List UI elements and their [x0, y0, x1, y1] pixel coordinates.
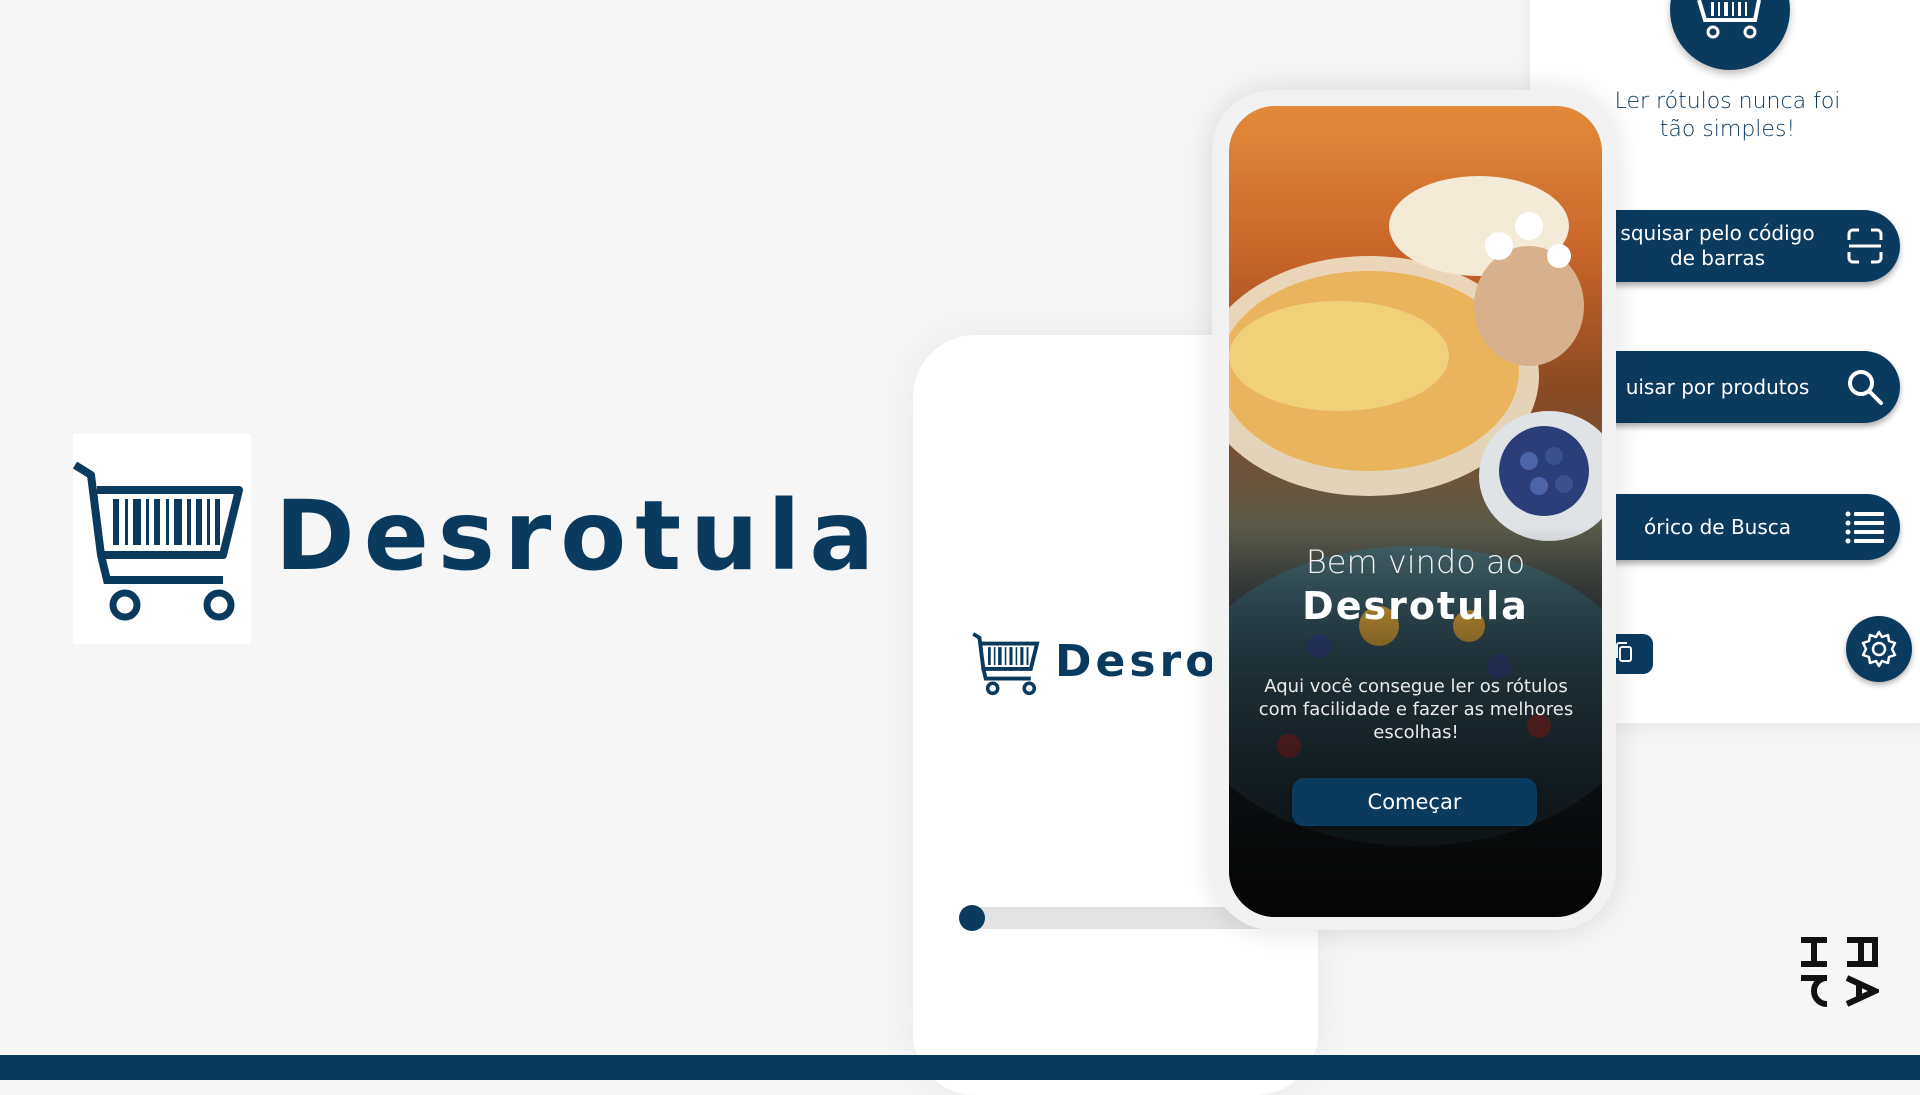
list-icon	[1830, 510, 1900, 544]
search-barcode-button[interactable]: squisar pelo código de barras	[1595, 210, 1900, 282]
search-history-button[interactable]: órico de Busca	[1595, 494, 1900, 560]
gear-icon	[1861, 630, 1897, 668]
search-products-label: uisar por produtos	[1625, 374, 1810, 399]
studio-monogram-icon	[1797, 934, 1883, 1014]
settings-button[interactable]	[1846, 616, 1912, 682]
bottom-bar	[0, 1055, 1920, 1080]
barcode-scan-icon	[1830, 226, 1900, 266]
welcome-heading: Bem vindo ao	[1305, 543, 1526, 581]
welcome-brand-title: Desrotula	[1302, 584, 1529, 628]
welcome-description: Aqui você consegue ler os rótulos com fa…	[1258, 676, 1574, 743]
search-icon	[1830, 367, 1900, 407]
start-button[interactable]: Começar	[1292, 778, 1537, 826]
brand-wordmark: Desrotula	[275, 480, 884, 592]
menu-tagline: Ler rótulos nunca foi tão simples!	[1614, 89, 1841, 142]
search-products-button[interactable]: uisar por produtos	[1595, 351, 1900, 423]
search-barcode-label: squisar pelo código de barras	[1620, 221, 1815, 270]
shopping-cart-icon	[72, 455, 248, 639]
search-history-label: órico de Busca	[1643, 514, 1792, 539]
shopping-cart-icon	[1695, 0, 1765, 44]
loading-progress-indicator	[959, 905, 985, 931]
shopping-cart-icon	[969, 630, 1044, 704]
